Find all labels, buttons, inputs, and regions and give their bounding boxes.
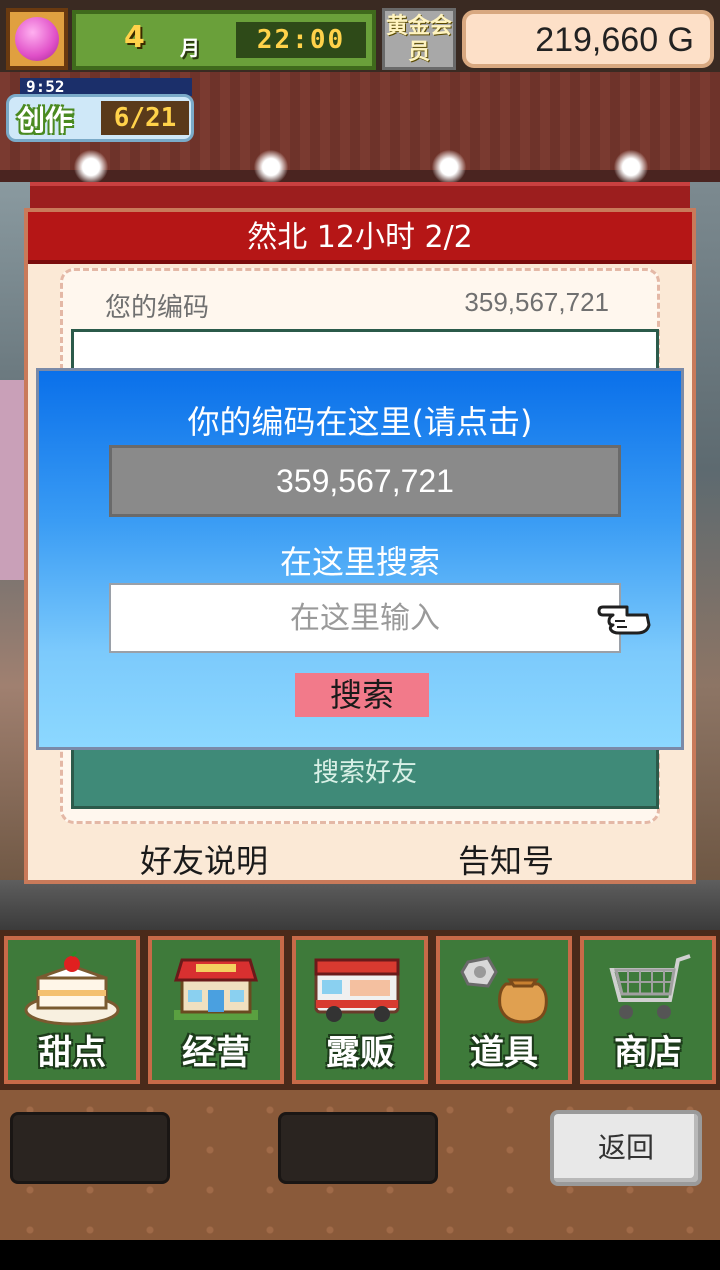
- menu-sweets-button[interactable]: 甜点: [4, 936, 140, 1084]
- avatar[interactable]: [6, 8, 68, 70]
- game-clock: 22:00: [236, 22, 366, 58]
- cake-icon: [24, 950, 120, 1026]
- search-input[interactable]: [109, 583, 621, 653]
- lamp-light: [614, 150, 648, 184]
- your-code-label: 您的编码: [105, 293, 210, 323]
- menu-label: 甜点: [38, 1033, 106, 1073]
- your-code-value: 359,567,721: [464, 287, 609, 317]
- roof-edge: [0, 170, 720, 182]
- pointing-hand-icon: [597, 605, 651, 635]
- lamp-light: [74, 150, 108, 184]
- empty-slot: [278, 1112, 438, 1184]
- empty-slot: [10, 1112, 170, 1184]
- create-counter[interactable]: 9:52 创作 6/21: [6, 78, 194, 142]
- bottom-bar: 返回: [0, 1090, 720, 1240]
- create-label: 创作: [17, 104, 74, 137]
- menu-store-button[interactable]: 商店: [580, 936, 716, 1084]
- awning: [30, 182, 690, 210]
- month-number: 4: [124, 20, 145, 55]
- search-dialog: 你的编码在这里(请点击) 359,567,721 在这里搜索 搜索: [36, 368, 684, 750]
- month-label: 月: [180, 36, 200, 60]
- top-hud: 4 月 22:00 黄金会员 219,660 G: [0, 0, 720, 72]
- shop-icon: [173, 958, 259, 1020]
- gold-counter: 219,660 G: [462, 10, 714, 68]
- menu-manage-button[interactable]: 经营: [148, 936, 284, 1084]
- dialog-title: 你的编码在这里(请点击): [187, 403, 533, 441]
- shopping-cart-icon: [609, 954, 691, 1019]
- search-button[interactable]: 搜索: [295, 673, 429, 717]
- food-truck-icon: [314, 958, 400, 1022]
- menu-label: 露贩: [326, 1033, 394, 1073]
- menu-label: 道具: [470, 1033, 538, 1073]
- search-label: 在这里搜索: [279, 543, 440, 581]
- lamp-light: [254, 150, 288, 184]
- cherry-blossom-icon: [15, 17, 59, 61]
- your-code-field[interactable]: 359,567,721: [109, 445, 621, 517]
- date-time-box: 4 月 22:00: [72, 10, 376, 70]
- menu-stall-button[interactable]: 露贩: [292, 936, 428, 1084]
- menu-label: 商店: [614, 1033, 682, 1073]
- street: [0, 880, 720, 930]
- create-box: 创作 6/21: [6, 94, 194, 142]
- gold-member-badge[interactable]: 黄金会员: [382, 8, 456, 70]
- panel-title: 然北 12小时 2/2: [28, 212, 692, 264]
- menu-items-button[interactable]: 道具: [436, 936, 572, 1084]
- items-bag-icon: [460, 956, 548, 1024]
- main-menu: 甜点 经营 露贩 道具 商店: [0, 930, 720, 1090]
- friend-help-button[interactable]: 好友说明: [140, 836, 268, 882]
- menu-label: 经营: [182, 1033, 250, 1073]
- lamp-light: [432, 150, 466, 184]
- back-button[interactable]: 返回: [550, 1110, 702, 1186]
- create-count: 6/21: [101, 101, 189, 135]
- notice-button[interactable]: 告知号: [458, 836, 554, 882]
